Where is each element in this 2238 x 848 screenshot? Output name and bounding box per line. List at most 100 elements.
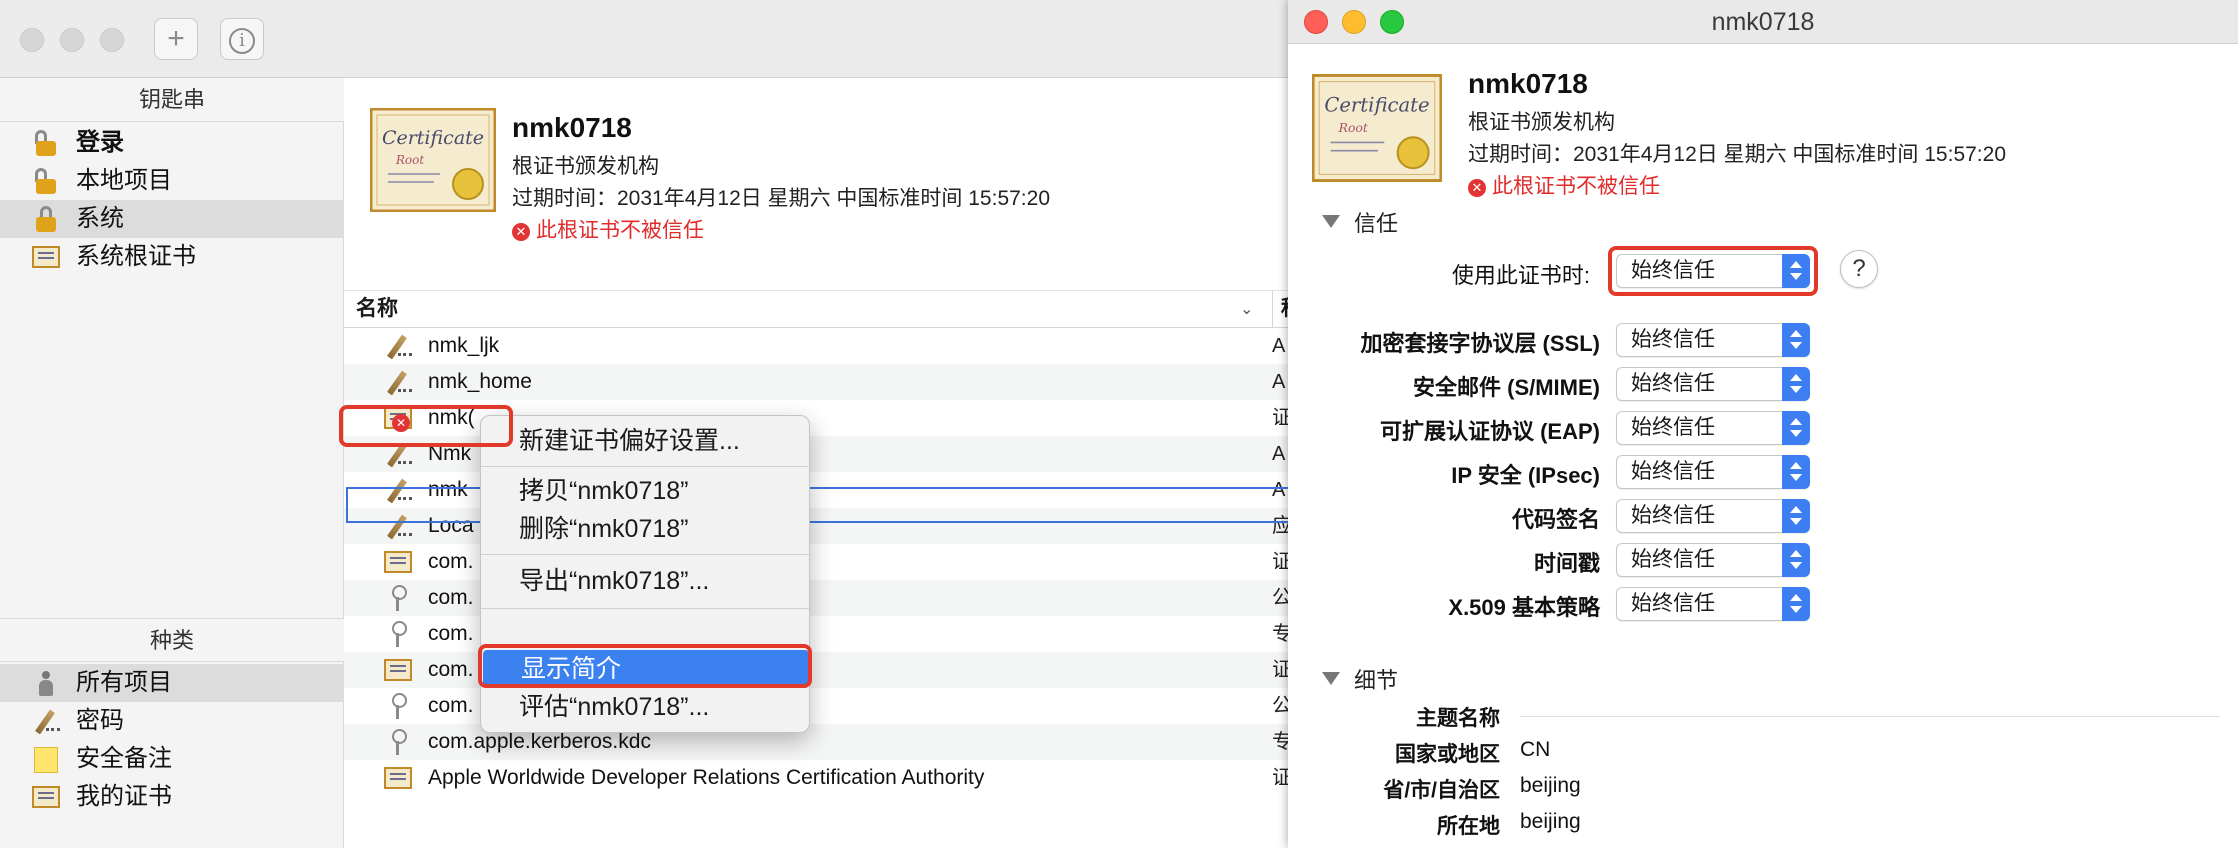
sidebar-item-login[interactable]: 登录 <box>0 124 344 162</box>
detail-value: beijing <box>1520 810 1581 833</box>
row-name: com. <box>428 586 474 609</box>
help-button[interactable]: ? <box>1840 250 1878 288</box>
menu-new-cert-preference[interactable]: 新建证书偏好设置... <box>481 422 811 460</box>
key-icon <box>384 728 412 756</box>
trust-policy-label: IP 安全 (IPsec) <box>1451 463 1600 488</box>
certificate-icon <box>32 243 60 271</box>
minimize-button[interactable] <box>60 28 84 52</box>
trust-section-title[interactable]: 信任 <box>1354 206 1398 238</box>
table-row[interactable]: nmk_ljk A <box>344 328 1300 364</box>
trust-policy-popup[interactable]: 始终信任 <box>1616 587 1810 621</box>
trust-error: ✕ 此根证书不被信任 <box>1468 170 1660 200</box>
disclosure-triangle-icon[interactable] <box>1322 672 1340 685</box>
row-name: Apple Worldwide Developer Relations Cert… <box>428 766 985 789</box>
menu-separator <box>481 554 811 555</box>
popup-value: 始终信任 <box>1631 592 1715 615</box>
menu-export[interactable]: 导出“nmk0718”... <box>481 562 811 600</box>
close-button[interactable] <box>20 28 44 52</box>
column-name-header[interactable]: 名称 <box>356 297 398 320</box>
popup-arrows-icon <box>1782 411 1810 445</box>
pen-icon <box>384 368 412 396</box>
annotation-box-get-info <box>478 644 812 688</box>
sidebar-item-local[interactable]: 本地项目 <box>0 162 344 200</box>
category-label: 我的证书 <box>76 783 172 810</box>
row-name: nmk_home <box>428 370 532 393</box>
popup-value: 始终信任 <box>1631 328 1715 351</box>
category-header: 种类 <box>0 618 344 662</box>
cert-name: nmk0718 <box>512 112 632 143</box>
trust-policy-label: 可扩展认证协议 (EAP) <box>1379 419 1600 444</box>
note-icon <box>32 745 60 773</box>
certificate-icon: Certificate Root <box>1312 74 1442 182</box>
trust-error-text: 此根证书不被信任 <box>1492 175 1660 198</box>
certificate-icon <box>32 783 60 811</box>
disclosure-triangle-icon[interactable] <box>1322 215 1340 228</box>
sidebar-item-system-roots[interactable]: 系统根证书 <box>0 238 344 276</box>
row-name: com. <box>428 550 474 573</box>
annotation-box-selected-cert <box>339 405 513 447</box>
table-row[interactable]: nmk_home A <box>344 364 1300 400</box>
info-icon: i <box>229 28 255 54</box>
cert-expiry: 过期时间：2031年4月12日 星期六 中国标准时间 15:57:20 <box>1468 143 2007 166</box>
category-secure-notes[interactable]: 安全备注 <box>0 740 344 778</box>
cert-type: 根证书颁发机构 <box>1468 111 1615 134</box>
lock-open-icon <box>32 167 60 195</box>
menu-evaluate[interactable]: 评估“nmk0718”... <box>481 688 811 726</box>
plus-icon: + <box>167 22 185 55</box>
table-row[interactable]: Apple Worldwide Developer Relations Cert… <box>344 760 1300 796</box>
detail-label: 省/市/自治区 <box>1383 779 1500 802</box>
add-button[interactable]: + <box>154 18 198 60</box>
chevron-down-icon: ⌄ <box>1240 301 1254 318</box>
trust-error-text: 此根证书不被信任 <box>536 219 704 242</box>
popup-value: 始终信任 <box>1631 372 1715 395</box>
menu-separator <box>481 466 811 467</box>
trust-policy-popup[interactable]: 始终信任 <box>1616 367 1810 401</box>
list-header[interactable]: 名称 ⌄ 种 <box>344 290 1302 328</box>
key-icon <box>384 584 412 612</box>
lock-icon <box>32 205 60 233</box>
detail-value: beijing <box>1520 774 1581 797</box>
menu-copy[interactable]: 拷贝“nmk0718” <box>481 472 811 510</box>
sidebar-item-label: 系统根证书 <box>76 243 196 270</box>
zoom-button[interactable] <box>100 28 124 52</box>
when-using-label: 使用此证书时: <box>1451 263 1590 288</box>
window-title: nmk0718 <box>1711 8 1815 36</box>
toolbar: + i <box>0 0 1300 78</box>
trust-policy-popup[interactable]: 始终信任 <box>1616 499 1810 533</box>
cert-type: 根证书颁发机构 <box>512 155 659 178</box>
trust-policy-popup[interactable]: 始终信任 <box>1616 543 1810 577</box>
popup-arrows-icon <box>1782 543 1810 577</box>
trust-policy-label: 代码签名 <box>1511 507 1600 532</box>
popup-arrows-icon <box>1782 367 1810 401</box>
row-name: com.apple.kerberos.kdc <box>428 730 651 753</box>
menu-separator <box>481 608 811 609</box>
trust-policy-popup[interactable]: 始终信任 <box>1616 455 1810 489</box>
cert-icon <box>384 764 412 792</box>
pen-icon <box>32 707 60 735</box>
certificate-info-window: nmk0718 Certificate Root nmk0718 根证书颁发机构… <box>1288 0 2238 848</box>
popup-arrows-icon <box>1782 499 1810 533</box>
cert-word: Certificate <box>382 127 484 149</box>
certificate-icon: Certificate Root <box>370 108 496 212</box>
info-button[interactable]: i <box>220 18 264 60</box>
category-all-items[interactable]: 所有项目 <box>0 664 344 702</box>
divider <box>1520 716 2220 717</box>
detail-label: 所在地 <box>1437 815 1500 838</box>
keychain-window: + i 钥匙串 登录 本地项目 系统 系统根证书 种类 所有项目 密码 安全备注… <box>0 0 1302 848</box>
category-my-certificates[interactable]: 我的证书 <box>0 778 344 816</box>
cert-icon <box>384 656 412 684</box>
cert-sub: Root <box>395 153 424 167</box>
error-icon: ✕ <box>1468 179 1486 197</box>
sidebar-item-system[interactable]: 系统 <box>0 200 344 238</box>
trust-error: ✕ 此根证书不被信任 <box>512 214 704 244</box>
category-passwords[interactable]: 密码 <box>0 702 344 740</box>
menu-delete[interactable]: 删除“nmk0718” <box>481 510 811 548</box>
trust-policy-label: 安全邮件 (S/MIME) <box>1413 375 1600 400</box>
trust-policy-popup[interactable]: 始终信任 <box>1616 411 1810 445</box>
row-name: com. <box>428 694 474 717</box>
trust-policy-popup[interactable]: 始终信任 <box>1616 323 1810 357</box>
row-kind: A <box>1272 443 1286 465</box>
category-label: 所有项目 <box>76 669 172 696</box>
row-kind: A <box>1272 335 1286 357</box>
details-section-title[interactable]: 细节 <box>1354 663 1398 695</box>
